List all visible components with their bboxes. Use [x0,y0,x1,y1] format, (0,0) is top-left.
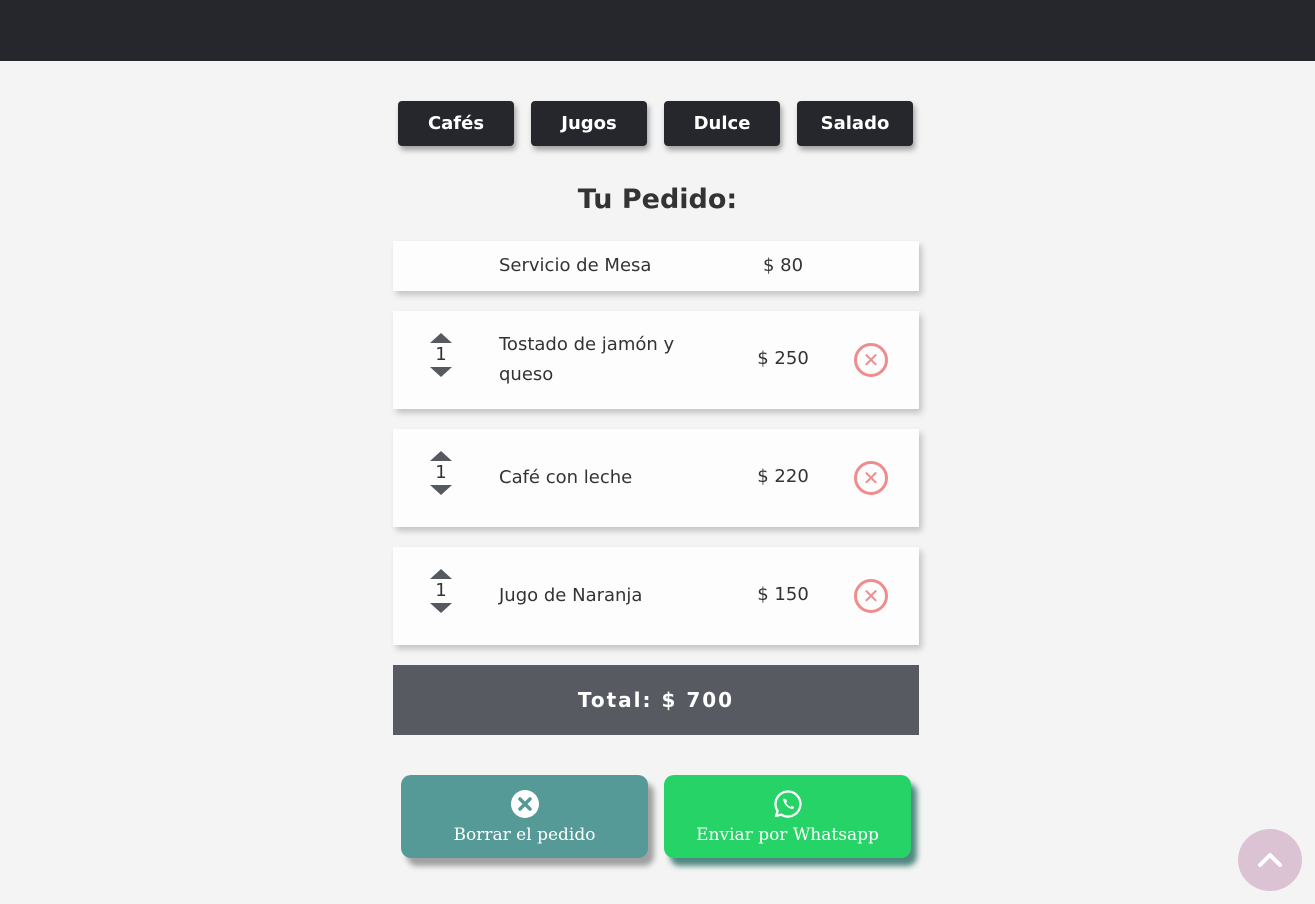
close-circle-icon[interactable]: ✕ [854,461,888,495]
category-salado-button[interactable]: Salado [797,101,913,146]
quantity-value: 1 [435,580,447,601]
send-whatsapp-label: Enviar por Whatsapp [696,824,879,845]
service-name: Servicio de Mesa [499,255,652,276]
close-circle-icon [510,789,539,818]
close-circle-icon[interactable]: ✕ [854,579,888,613]
order-item: 1 Tostado de jamón y queso $ 250 ✕ [393,311,919,409]
category-cafes-button[interactable]: Cafés [398,101,514,146]
service-price: $ 80 [762,255,804,276]
item-name: Jugo de Naranja [499,585,643,606]
order-title: Tu Pedido: [577,184,738,215]
quantity-stepper: 1 [428,451,454,495]
category-dulce-button[interactable]: Dulce [664,101,780,146]
clear-order-label: Borrar el pedido [453,824,596,845]
category-jugos-button[interactable]: Jugos [531,101,647,146]
order-item: 1 Café con leche $ 220 ✕ [393,429,919,527]
quantity-stepper: 1 [428,333,454,377]
top-navbar [0,0,1315,61]
arrow-down-icon[interactable] [430,367,452,377]
arrow-up-icon[interactable] [430,333,452,343]
send-whatsapp-button[interactable]: Enviar por Whatsapp [664,775,911,858]
arrow-up-icon[interactable] [430,569,452,579]
quantity-stepper: 1 [428,569,454,613]
whatsapp-icon [773,789,802,818]
item-price: $ 150 [757,584,809,605]
item-price: $ 250 [757,348,809,369]
quantity-value: 1 [435,344,447,365]
arrow-up-icon[interactable] [430,451,452,461]
arrow-down-icon[interactable] [430,603,452,613]
arrow-down-icon[interactable] [430,485,452,495]
quantity-value: 1 [435,462,447,483]
order-total: Total: $ 700 [393,665,919,735]
close-circle-icon[interactable]: ✕ [854,343,888,377]
item-name: Café con leche [499,467,633,488]
item-name: Tostado de jamón y queso [499,334,675,385]
service-row: Servicio de Mesa $ 80 [393,241,919,291]
category-buttons: Cafés Jugos Dulce Salado [398,101,913,146]
order-item: 1 Jugo de Naranja $ 150 ✕ [393,547,919,645]
item-price: $ 220 [757,466,809,487]
chevron-up-icon [1258,853,1282,867]
scroll-top-button[interactable] [1238,829,1302,891]
clear-order-button[interactable]: Borrar el pedido [401,775,648,858]
